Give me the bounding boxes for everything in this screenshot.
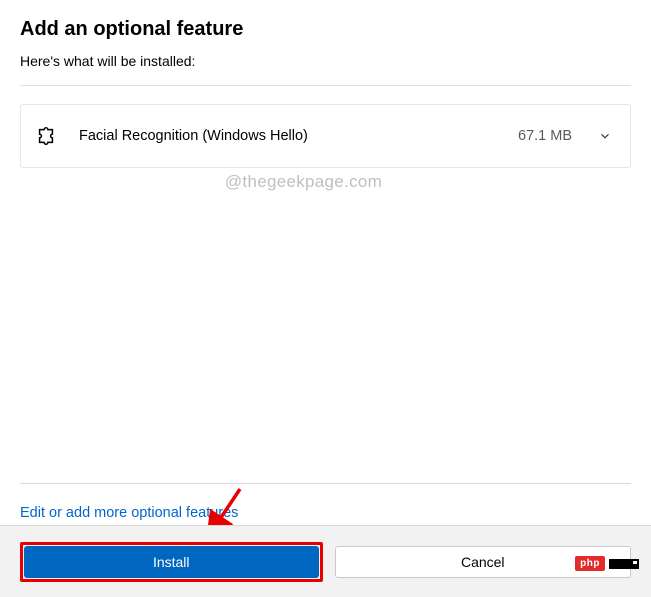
install-button[interactable]: Install (24, 546, 319, 578)
page-subtitle: Here's what will be installed: (20, 53, 631, 69)
page-title: Add an optional feature (20, 18, 631, 41)
watermark-text: @thegeekpage.com (225, 172, 382, 192)
feature-name: Facial Recognition (Windows Hello) (79, 128, 518, 144)
puzzle-icon (35, 125, 57, 147)
cancel-button[interactable]: Cancel (335, 546, 632, 578)
feature-row[interactable]: Facial Recognition (Windows Hello) 67.1 … (20, 104, 631, 168)
feature-list: Facial Recognition (Windows Hello) 67.1 … (20, 85, 631, 168)
button-bar: Install Cancel (0, 525, 651, 597)
chevron-down-icon (598, 129, 612, 143)
install-highlight: Install (20, 542, 323, 582)
feature-size: 67.1 MB (518, 128, 572, 144)
edit-features-link[interactable]: Edit or add more optional features (20, 505, 238, 521)
